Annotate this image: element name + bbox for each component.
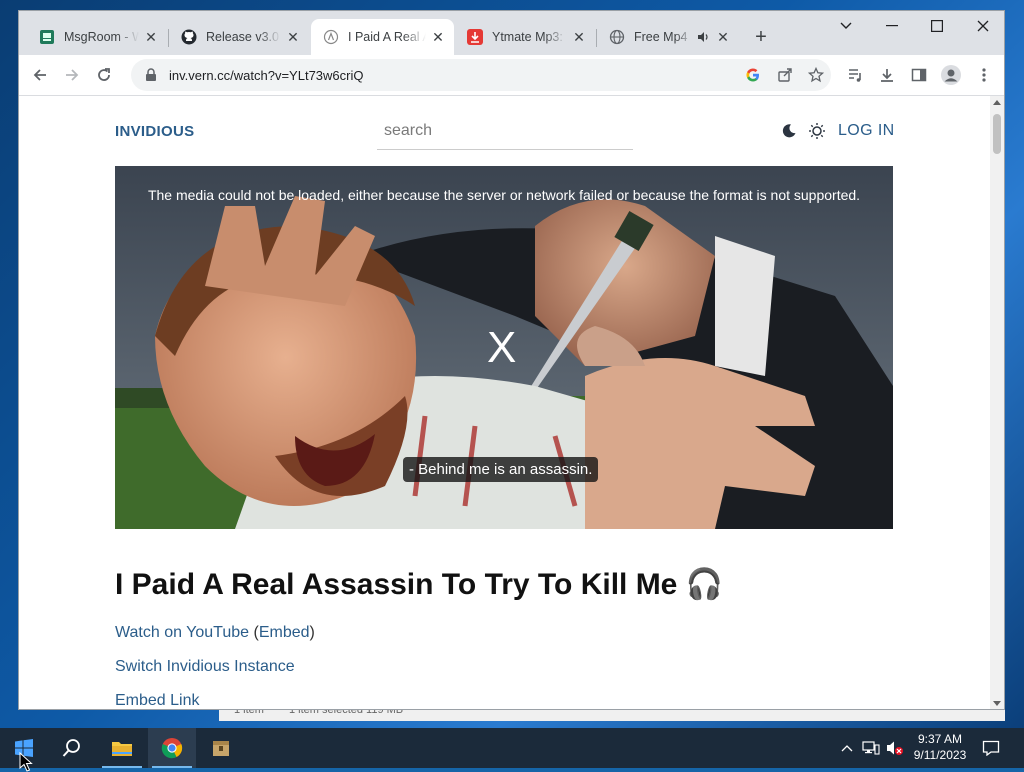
back-arrow-icon[interactable]	[28, 63, 52, 87]
maximize-button[interactable]	[914, 11, 960, 41]
close-tab-icon[interactable]: ✕	[143, 29, 159, 45]
bookmark-star-icon[interactable]	[804, 63, 828, 87]
scroll-down-arrow-icon[interactable]	[993, 701, 1001, 706]
tab-title: Release v3.0 R	[206, 30, 281, 44]
clock-time: 9:37 AM	[917, 732, 963, 746]
tab-ytmate[interactable]: Ytmate Mp3: V ✕	[455, 21, 595, 53]
google-lens-icon[interactable]	[741, 63, 765, 87]
embed-link[interactable]: Embed Link	[115, 692, 200, 709]
taskbar: 9:37 AM 9/11/2023	[0, 728, 1024, 768]
reload-icon[interactable]	[92, 63, 116, 87]
tab-msgroom[interactable]: MsgRoom - W ✕	[27, 21, 167, 53]
close-tab-icon[interactable]: ✕	[571, 29, 587, 45]
tab-strip: MsgRoom - W ✕ Release v3.0 R ✕ I Paid A …	[19, 11, 1004, 55]
watch-on-youtube-link[interactable]: Watch on YouTube	[115, 624, 249, 641]
search-input[interactable]	[377, 113, 633, 149]
forward-arrow-icon[interactable]	[60, 63, 84, 87]
media-control-icon[interactable]	[843, 63, 867, 87]
chrome-icon[interactable]	[148, 728, 196, 768]
file-explorer-icon[interactable]	[98, 728, 146, 768]
clock-date: 9/11/2023	[913, 748, 967, 762]
lock-icon[interactable]	[143, 67, 159, 83]
system-clock[interactable]: 9:37 AM 9/11/2023	[908, 731, 972, 763]
embed-link-inline[interactable]: Embed	[259, 624, 310, 641]
switch-instance-link[interactable]: Switch Invidious Instance	[115, 658, 295, 676]
address-bar[interactable]: inv.vern.cc/watch?v=YLt73w6criQ	[131, 59, 831, 91]
player-error-message: The media could not be loaded, either be…	[147, 187, 861, 203]
video-player[interactable]: The media could not be loaded, either be…	[115, 166, 893, 529]
tab-title: Ytmate Mp3: V	[492, 30, 567, 44]
mouse-cursor-icon	[19, 752, 33, 772]
scroll-up-arrow-icon[interactable]	[993, 100, 1001, 105]
tab-title: I Paid A Real A	[348, 30, 426, 44]
watch-links-row: Watch on YouTube (Embed)	[115, 624, 315, 642]
ytmate-download-icon	[467, 29, 483, 45]
page-scrollbar[interactable]	[990, 96, 1004, 709]
url-text: inv.vern.cc/watch?v=YLt73w6criQ	[169, 67, 364, 83]
kebab-menu-icon[interactable]	[972, 63, 996, 87]
tab-github-release[interactable]: Release v3.0 R ✕	[169, 21, 309, 53]
player-error-close-icon[interactable]: X	[487, 323, 516, 373]
tab-title: Free Mp4	[634, 30, 688, 44]
downloads-icon[interactable]	[875, 63, 899, 87]
scroll-thumb[interactable]	[993, 114, 1001, 154]
close-tab-icon[interactable]: ✕	[715, 29, 731, 45]
dark-theme-moon-icon[interactable]	[781, 123, 797, 139]
light-theme-sun-icon[interactable]	[808, 122, 826, 140]
search-icon[interactable]	[48, 728, 96, 768]
archive-app-icon[interactable]	[197, 728, 245, 768]
speaker-icon[interactable]	[695, 29, 711, 45]
new-tab-button[interactable]: +	[749, 25, 773, 49]
video-title: I Paid A Real Assassin To Try To Kill Me…	[115, 568, 724, 601]
side-panel-icon[interactable]	[907, 63, 931, 87]
globe-icon	[609, 29, 625, 45]
tab-invidious-video[interactable]: I Paid A Real A ✕	[311, 19, 454, 55]
notification-center-icon[interactable]	[981, 738, 1001, 758]
login-link[interactable]: LOG IN	[838, 122, 895, 140]
video-caption: - Behind me is an assassin.	[403, 457, 599, 482]
share-icon[interactable]	[773, 63, 797, 87]
paren-open: (	[249, 624, 259, 641]
tab-title: MsgRoom - W	[64, 30, 139, 44]
tab-search-chevron-icon[interactable]	[823, 11, 869, 41]
close-tab-icon[interactable]: ✕	[285, 29, 301, 45]
tab-free-mp4[interactable]: Free Mp4 ✕	[597, 21, 739, 53]
browser-toolbar: inv.vern.cc/watch?v=YLt73w6criQ	[19, 55, 1004, 96]
close-tab-icon[interactable]: ✕	[430, 29, 446, 45]
web-page: INVIDIOUS LOG IN	[19, 96, 991, 709]
volume-muted-icon[interactable]	[885, 738, 905, 758]
invidious-icon	[323, 29, 339, 45]
close-window-button[interactable]	[960, 11, 1004, 41]
paren-close: )	[309, 624, 315, 641]
github-icon	[181, 29, 197, 45]
minimize-button[interactable]	[869, 11, 915, 41]
site-logo[interactable]: INVIDIOUS	[115, 123, 194, 140]
msgroom-icon	[39, 29, 55, 45]
search-field[interactable]	[377, 113, 633, 150]
chrome-window: MsgRoom - W ✕ Release v3.0 R ✕ I Paid A …	[18, 10, 1005, 710]
show-hidden-icons-chevron-icon[interactable]	[837, 738, 857, 758]
network-icon[interactable]	[861, 738, 881, 758]
profile-avatar-icon[interactable]	[939, 63, 963, 87]
